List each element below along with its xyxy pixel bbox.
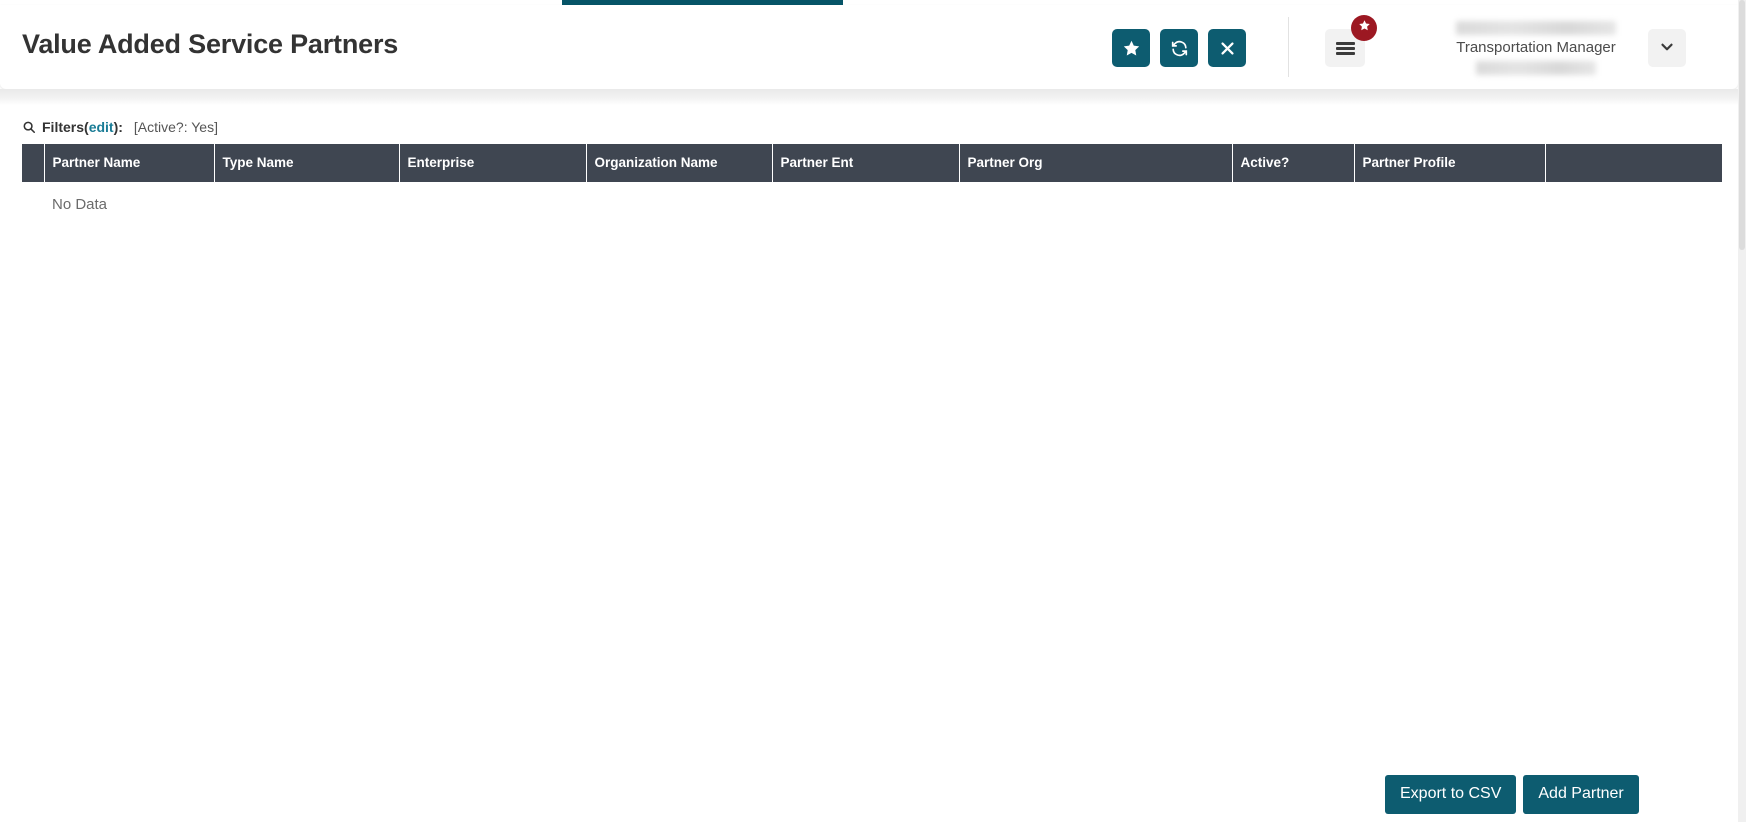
filters-label: Filters <box>42 119 85 135</box>
column-header-partner-ent[interactable]: Partner Ent <box>772 144 960 182</box>
main-content: Filters ( edit ): [Active?: Yes] Partner… <box>0 105 1738 822</box>
table-empty-row: No Data <box>22 182 1722 223</box>
column-header-spacer-9 <box>1545 144 1722 182</box>
menu-badge <box>1351 15 1377 41</box>
column-header-partner-name[interactable]: Partner Name <box>44 144 215 182</box>
page-scrollbar[interactable] <box>1738 0 1746 822</box>
empty-spacer-cell <box>22 182 44 223</box>
user-subtext <box>1476 61 1596 75</box>
column-header-organization-name[interactable]: Organization Name <box>586 144 773 182</box>
search-icon <box>22 120 36 134</box>
export-to-csv-button[interactable]: Export to CSV <box>1385 775 1517 814</box>
add-partner-button[interactable]: Add Partner <box>1523 775 1639 814</box>
page-header: Value Added Service Partners Transportat… <box>0 5 1738 89</box>
close-button[interactable] <box>1208 29 1246 67</box>
header-shadow-band <box>0 89 1738 105</box>
filters-edit-link[interactable]: edit <box>89 119 114 135</box>
partners-table: Partner Name Type Name Enterprise Organizat… <box>22 144 1722 223</box>
table-head: Partner Name Type Name Enterprise Organizat… <box>22 144 1722 182</box>
header-action-buttons <box>1112 29 1246 67</box>
column-header-enterprise[interactable]: Enterprise <box>399 144 587 182</box>
column-header-spacer-0 <box>22 144 45 182</box>
favorite-button[interactable] <box>1112 29 1150 67</box>
refresh-button[interactable] <box>1160 29 1198 67</box>
user-info[interactable]: Transportation Manager <box>1440 15 1632 81</box>
column-header-active[interactable]: Active? <box>1232 144 1355 182</box>
menu-button-wrapper <box>1325 15 1377 67</box>
refresh-icon <box>1170 39 1189 58</box>
user-role: Transportation Manager <box>1456 39 1616 56</box>
column-header-partner-profile[interactable]: Partner Profile <box>1354 144 1546 182</box>
user-name <box>1456 21 1616 35</box>
column-header-type-name[interactable]: Type Name <box>214 144 400 182</box>
table-header-row: Partner Name Type Name Enterprise Organizat… <box>22 144 1722 182</box>
filters-bar: Filters ( edit ): [Active?: Yes] <box>22 119 218 135</box>
page-title: Value Added Service Partners <box>22 29 399 59</box>
user-menu-toggle[interactable] <box>1648 29 1686 67</box>
star-icon <box>1358 19 1371 37</box>
page-root: Value Added Service Partners Transportat… <box>0 0 1746 822</box>
empty-message: No Data <box>44 182 1722 223</box>
filters-close-paren: ): <box>113 119 123 135</box>
star-icon <box>1122 39 1141 58</box>
scrollbar-thumb[interactable] <box>1739 0 1745 250</box>
close-icon <box>1219 40 1236 57</box>
table-body: No Data <box>22 182 1722 223</box>
hamburger-menu-icon <box>1335 40 1355 57</box>
header-divider <box>1288 17 1289 77</box>
footer-actions: Export to CSV Add Partner <box>1385 775 1639 814</box>
column-header-partner-org[interactable]: Partner Org <box>959 144 1233 182</box>
filters-active-values: [Active?: Yes] <box>133 119 218 135</box>
chevron-down-icon <box>1658 38 1676 59</box>
partners-table-wrapper: Partner Name Type Name Enterprise Organizat… <box>22 144 1722 223</box>
